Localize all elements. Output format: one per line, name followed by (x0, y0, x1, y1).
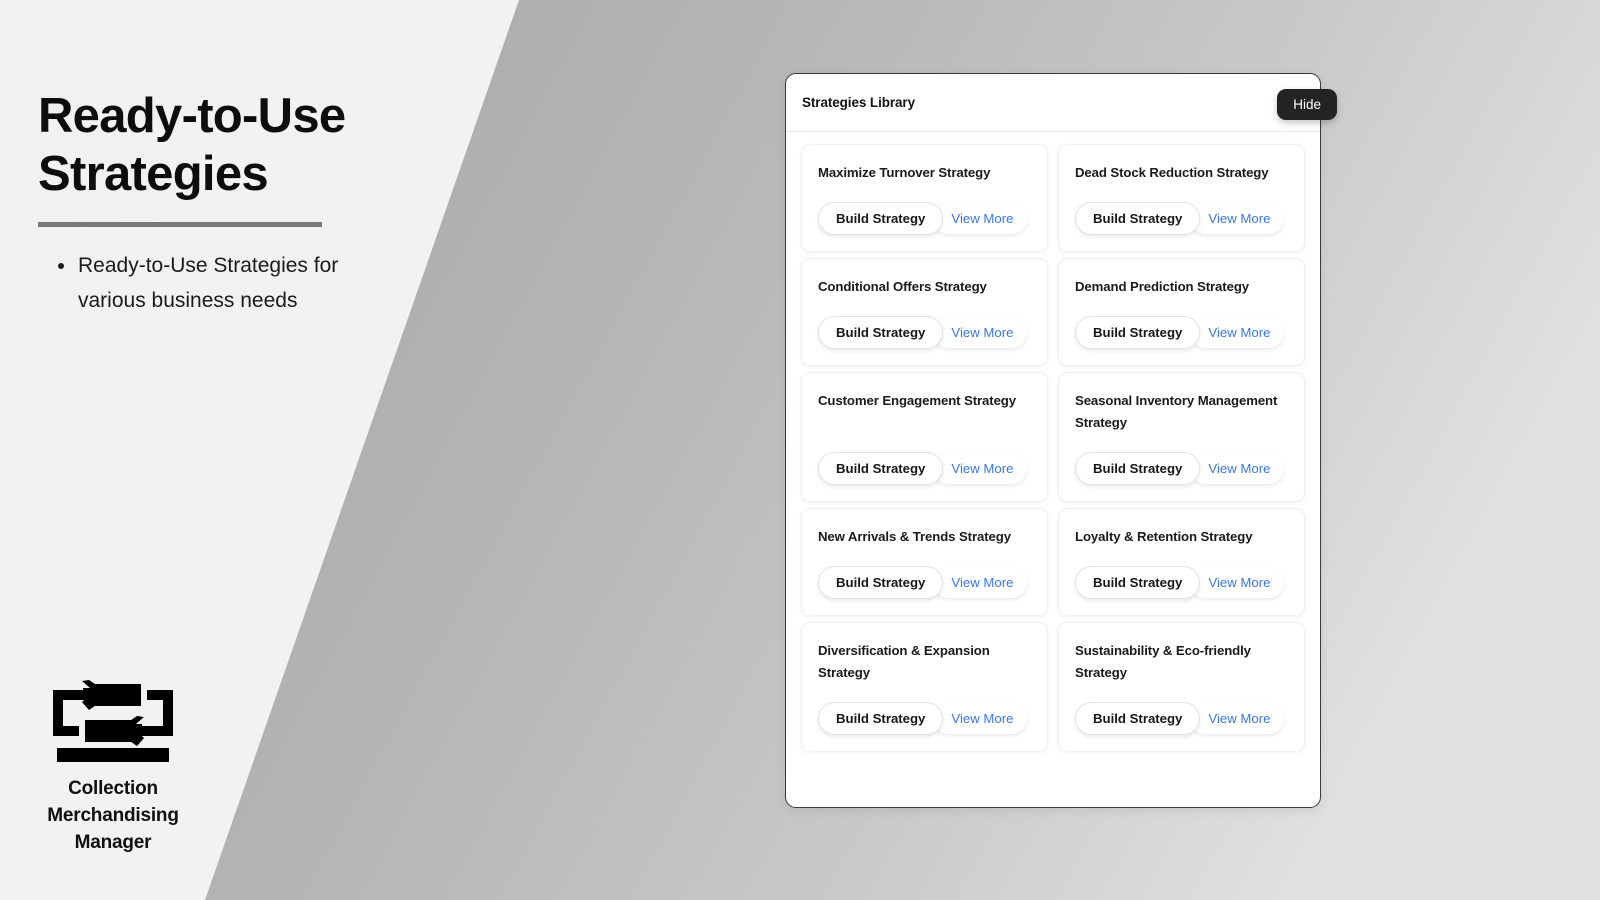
strategy-card-actions: Build Strategy View More (1075, 202, 1288, 235)
strategy-card: Customer Engagement Strategy Build Strate… (801, 372, 1048, 502)
strategy-card-title: New Arrivals & Trends Strategy (818, 529, 1011, 544)
build-strategy-button[interactable]: Build Strategy (818, 566, 944, 599)
build-strategy-button[interactable]: Build Strategy (1075, 702, 1201, 735)
build-strategy-button[interactable]: Build Strategy (1075, 202, 1201, 235)
hide-button[interactable]: Hide (1277, 89, 1337, 120)
strategy-card-title: Seasonal Inventory Management Strategy (1075, 393, 1278, 430)
strategies-library-panel: Strategies Library Hide Maximize Turnove… (785, 73, 1337, 808)
strategy-card-actions: Build Strategy View More (1075, 452, 1288, 485)
build-strategy-button[interactable]: Build Strategy (818, 452, 944, 485)
build-strategy-button[interactable]: Build Strategy (818, 202, 944, 235)
strategy-card-actions: Build Strategy View More (1075, 702, 1288, 735)
build-strategy-button[interactable]: Build Strategy (1075, 316, 1201, 349)
strategy-card-title: Conditional Offers Strategy (818, 279, 987, 294)
panel-header: Strategies Library Hide (786, 74, 1337, 132)
strategy-card: Demand Prediction Strategy Build Strategy… (1058, 258, 1305, 366)
view-more-button[interactable]: View More (1190, 453, 1285, 484)
strategy-card: New Arrivals & Trends Strategy Build Stra… (801, 508, 1048, 616)
strategy-card: Loyalty & Retention Strategy Build Strate… (1058, 508, 1305, 616)
strategy-card-title: Maximize Turnover Strategy (818, 165, 991, 180)
page-title: Ready-to-Use Strategies (38, 89, 346, 201)
strategy-card-actions: Build Strategy View More (1075, 316, 1288, 349)
strategy-card-actions: Build Strategy View More (818, 202, 1031, 235)
strategy-card-actions: Build Strategy View More (818, 702, 1031, 735)
strategy-card-title: Diversification & Expansion Strategy (818, 643, 990, 680)
view-more-button[interactable]: View More (933, 317, 1028, 348)
brand-block: Collection Merchandising Manager (38, 672, 188, 856)
strategy-card-actions: Build Strategy View More (818, 452, 1031, 485)
list-item: Ready-to-Use Strategies for various busi… (56, 248, 356, 318)
view-more-button[interactable]: View More (1190, 567, 1285, 598)
bullet-list: Ready-to-Use Strategies for various busi… (56, 248, 356, 318)
strategy-card: Diversification & Expansion Strategy Buil… (801, 622, 1048, 752)
strategy-card: Dead Stock Reduction Strategy Build Strat… (1058, 144, 1305, 252)
brand-name: Collection Merchandising Manager (47, 778, 179, 853)
slide-left-pane: Ready-to-Use Strategies Ready-to-Use Str… (0, 0, 520, 900)
view-more-button[interactable]: View More (1190, 703, 1285, 734)
view-more-button[interactable]: View More (933, 453, 1028, 484)
view-more-button[interactable]: View More (933, 567, 1028, 598)
strategy-card: Seasonal Inventory Management Strategy Bu… (1058, 372, 1305, 502)
build-strategy-button[interactable]: Build Strategy (1075, 566, 1201, 599)
title-divider (38, 222, 322, 227)
view-more-button[interactable]: View More (933, 203, 1028, 234)
cyclic-arrows-bars-icon (53, 680, 173, 762)
strategy-card: Sustainability & Eco-friendly Strategy Bu… (1058, 622, 1305, 752)
strategy-card-title: Customer Engagement Strategy (818, 393, 1016, 408)
strategy-card-title: Demand Prediction Strategy (1075, 279, 1250, 294)
strategy-card: Conditional Offers Strategy Build Strateg… (801, 258, 1048, 366)
build-strategy-button[interactable]: Build Strategy (1075, 452, 1201, 485)
strategy-card-grid: Maximize Turnover Strategy Build Strategy… (786, 132, 1320, 767)
strategy-card-actions: Build Strategy View More (1075, 566, 1288, 599)
strategy-card-actions: Build Strategy View More (818, 316, 1031, 349)
view-more-button[interactable]: View More (933, 703, 1028, 734)
strategy-card-title: Loyalty & Retention Strategy (1075, 529, 1253, 544)
strategy-card: Maximize Turnover Strategy Build Strategy… (801, 144, 1048, 252)
strategy-card-title: Dead Stock Reduction Strategy (1075, 165, 1269, 180)
panel-title: Strategies Library (802, 95, 915, 110)
strategy-card-title: Sustainability & Eco-friendly Strategy (1075, 643, 1251, 680)
build-strategy-button[interactable]: Build Strategy (818, 316, 944, 349)
strategy-card-actions: Build Strategy View More (818, 566, 1031, 599)
view-more-button[interactable]: View More (1190, 317, 1285, 348)
view-more-button[interactable]: View More (1190, 203, 1285, 234)
build-strategy-button[interactable]: Build Strategy (818, 702, 944, 735)
